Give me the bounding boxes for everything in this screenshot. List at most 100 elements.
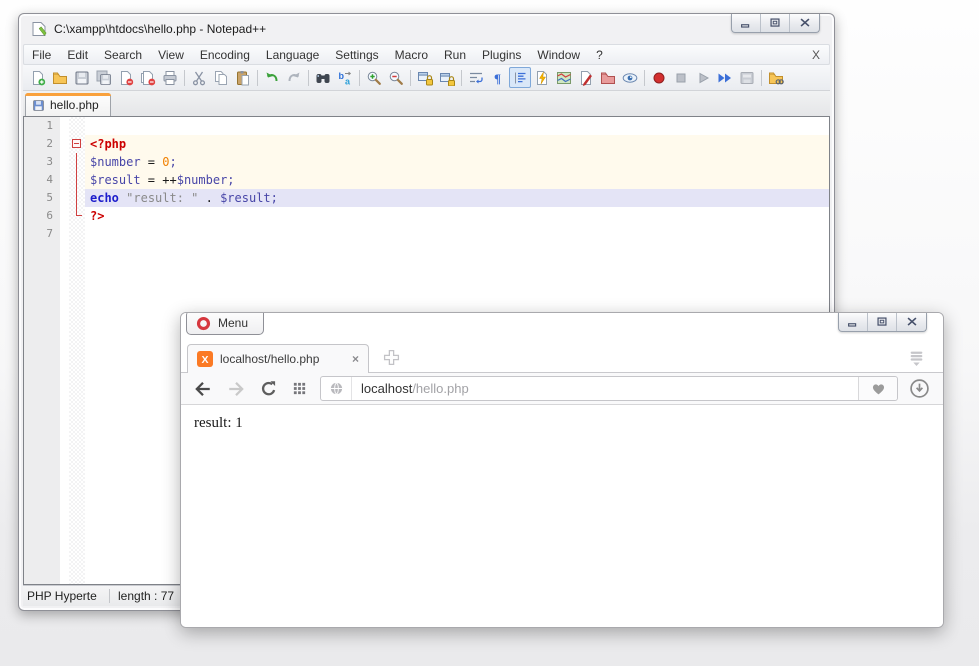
undo-button[interactable] [261, 67, 283, 88]
cut-button[interactable] [188, 67, 210, 88]
fold-marker[interactable] [69, 171, 85, 189]
new-tab-button[interactable] [383, 349, 400, 366]
open-file-button[interactable] [49, 67, 71, 88]
indent-guide-button[interactable] [509, 67, 531, 88]
line-number: 7 [24, 225, 60, 243]
menu-view[interactable]: View [150, 48, 192, 62]
opera-logo-icon [196, 316, 211, 331]
opera-menu-button[interactable]: Menu [186, 312, 264, 335]
save-all-button[interactable] [93, 67, 115, 88]
view-eye-button[interactable] [619, 67, 641, 88]
downloads-icon[interactable] [909, 378, 930, 399]
opera-titlebar[interactable]: Menu [181, 313, 943, 339]
new-file-button[interactable] [27, 67, 49, 88]
menu-settings[interactable]: Settings [327, 48, 386, 62]
fold-marker[interactable] [69, 189, 85, 207]
code-line-3[interactable]: 3$number = 0; [24, 153, 829, 171]
speed-dial-icon[interactable] [292, 381, 307, 396]
menu-plugins[interactable]: Plugins [474, 48, 529, 62]
notepad-restore-button[interactable] [761, 14, 790, 32]
notepadpp-titlebar[interactable]: C:\xampp\htdocs\hello.php - Notepad++ [23, 14, 830, 44]
fold-marker[interactable] [69, 207, 85, 225]
bookmark-margin[interactable] [60, 189, 69, 207]
line-number: 4 [24, 171, 60, 189]
bookmark-margin[interactable] [60, 225, 69, 243]
bookmark-heart-icon[interactable] [858, 377, 897, 400]
print-button[interactable] [159, 67, 181, 88]
function-list-button[interactable] [531, 67, 553, 88]
menubar-close-icon[interactable]: X [812, 48, 829, 62]
toolbar-separator [761, 70, 762, 86]
word-wrap-button[interactable] [465, 67, 487, 88]
sync-horizontal-button[interactable] [436, 67, 458, 88]
svg-text:X: X [201, 354, 208, 366]
menu-window[interactable]: Window [529, 48, 588, 62]
bookmark-margin[interactable] [60, 117, 69, 135]
bookmark-margin[interactable] [60, 207, 69, 225]
find-button[interactable] [312, 67, 334, 88]
menu-language[interactable]: Language [258, 48, 327, 62]
fold-marker[interactable] [69, 135, 85, 153]
notepad-minimize-button[interactable] [732, 14, 761, 32]
svg-text:b: b [339, 71, 345, 81]
macro-run-multiple-button[interactable] [714, 67, 736, 88]
menu-encoding[interactable]: Encoding [192, 48, 258, 62]
notepadpp-menubar: FileEditSearchViewEncodingLanguageSettin… [23, 44, 830, 65]
notepad-close-button[interactable] [790, 14, 819, 32]
menu-macro[interactable]: Macro [387, 48, 436, 62]
bookmark-margin[interactable] [60, 153, 69, 171]
status-length: length : 77 [110, 589, 174, 603]
code-line-2[interactable]: 2<?php [24, 135, 829, 153]
menu-run[interactable]: Run [436, 48, 474, 62]
save-button[interactable] [71, 67, 93, 88]
opera-close-button[interactable] [897, 313, 926, 331]
open-containing-folder-button[interactable] [765, 67, 787, 88]
code-text: $number = 0; [85, 153, 829, 171]
site-globe-icon[interactable] [321, 377, 352, 400]
macro-stop-button[interactable] [670, 67, 692, 88]
url-text[interactable]: localhost/hello.php [352, 381, 858, 396]
menu-file[interactable]: File [24, 48, 59, 62]
menu-help[interactable]: ? [588, 48, 611, 62]
close-all-button[interactable] [137, 67, 159, 88]
opera-minimize-button[interactable] [839, 313, 868, 331]
copy-button[interactable] [210, 67, 232, 88]
toolbar-separator [184, 70, 185, 86]
macro-play-button[interactable] [692, 67, 714, 88]
code-line-4[interactable]: 4$result = ++$number; [24, 171, 829, 189]
code-line-7[interactable]: 7 [24, 225, 829, 243]
xampp-favicon: X [197, 351, 213, 367]
line-number: 6 [24, 207, 60, 225]
menu-search[interactable]: Search [96, 48, 150, 62]
zoom-in-button[interactable] [363, 67, 385, 88]
zoom-out-button[interactable] [385, 67, 407, 88]
tab-hello-php[interactable]: hello.php [25, 93, 111, 116]
address-bar[interactable]: localhost/hello.php [320, 376, 898, 401]
macro-record-button[interactable] [648, 67, 670, 88]
close-file-button[interactable] [115, 67, 137, 88]
opera-restore-button[interactable] [868, 313, 897, 331]
forward-button[interactable] [227, 380, 245, 398]
tab-localhost-hello-php[interactable]: X localhost/hello.php × [187, 344, 369, 373]
tab-close-icon[interactable]: × [352, 352, 359, 366]
code-line-6[interactable]: 6?> [24, 207, 829, 225]
document-map-button[interactable] [553, 67, 575, 88]
folder-close-button[interactable] [597, 67, 619, 88]
fold-marker[interactable] [69, 153, 85, 171]
replace-button[interactable]: ba [334, 67, 356, 88]
menu-edit[interactable]: Edit [59, 48, 96, 62]
sync-vertical-button[interactable] [414, 67, 436, 88]
back-button[interactable] [194, 380, 212, 398]
tab-menu-icon[interactable] [908, 350, 925, 367]
reload-button[interactable] [260, 380, 277, 397]
macro-save-button[interactable] [736, 67, 758, 88]
paste-button[interactable] [232, 67, 254, 88]
code-line-5[interactable]: 5echo "result: " . $result; [24, 189, 829, 207]
document-switcher-button[interactable] [575, 67, 597, 88]
bookmark-margin[interactable] [60, 171, 69, 189]
bookmark-margin[interactable] [60, 135, 69, 153]
code-line-1[interactable]: 1 [24, 117, 829, 135]
redo-button[interactable] [283, 67, 305, 88]
url-host: localhost [361, 381, 412, 396]
show-all-chars-button[interactable]: ¶ [487, 67, 509, 88]
